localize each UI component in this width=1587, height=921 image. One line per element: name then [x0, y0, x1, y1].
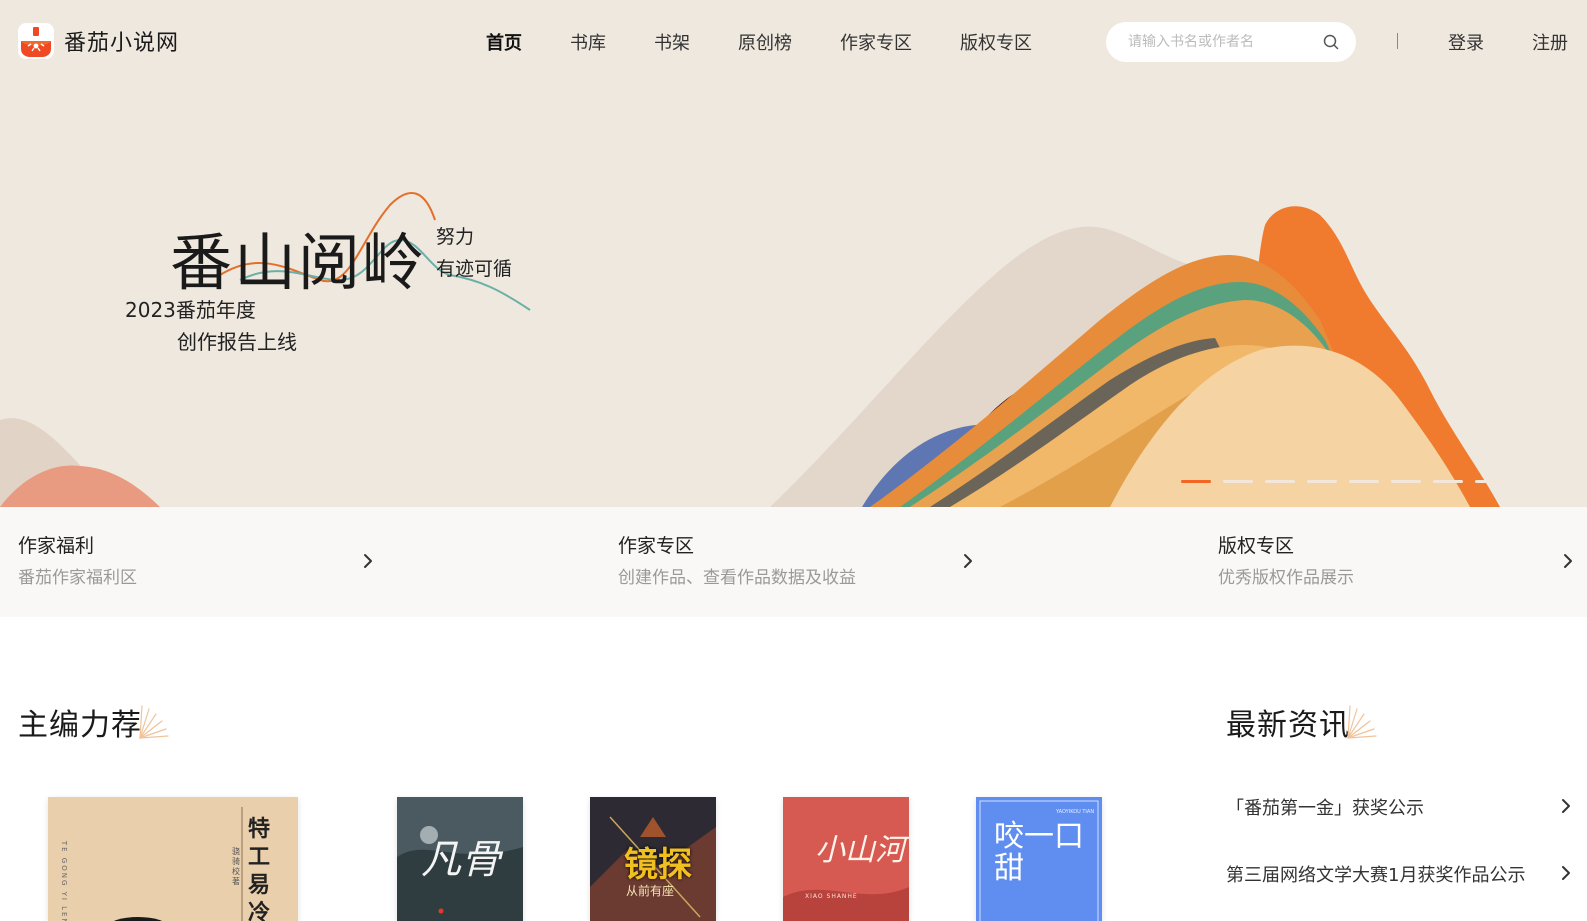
book-cover[interactable]: 镜探 从前有座: [590, 797, 716, 921]
sparkle-icon: [1347, 705, 1377, 739]
register-link[interactable]: 注册: [1532, 29, 1568, 55]
news-item-text: 第三届网络文学大赛1月获奖作品公示: [1226, 865, 1526, 886]
book-cover[interactable]: 小山河 XIAO SHANHE: [783, 797, 909, 921]
carousel-dot[interactable]: [1223, 480, 1253, 483]
book-subtitle: 从前有座: [626, 884, 675, 898]
login-link[interactable]: 登录: [1448, 29, 1484, 55]
banner-slogan-line2: 有迹可循: [436, 258, 513, 280]
news-item-text: 「番茄第一金」获奖公示: [1226, 798, 1424, 819]
book-title: 小山河: [815, 833, 905, 868]
nav-original-ranking[interactable]: 原创榜: [738, 29, 792, 55]
chevron-right-icon: [1562, 866, 1570, 880]
quick-link-title: 版权专区: [1218, 535, 1295, 557]
site-logo[interactable]: 番茄小说网: [18, 22, 179, 60]
sparkle-icon: [139, 705, 169, 739]
carousel-dot[interactable]: [1433, 480, 1463, 483]
book-title: 咬一口甜: [994, 819, 1084, 886]
hero-banner[interactable]: 番山阅岭 努力 有迹可循 2023番茄年度 创作报告上线 番茄小说网 首页 书库…: [0, 0, 1587, 507]
quick-link-desc: 优秀版权作品展示: [1218, 568, 1354, 588]
quick-link-title: 作家专区: [618, 535, 695, 557]
site-name: 番茄小说网: [64, 31, 180, 56]
nav-library[interactable]: 书库: [570, 29, 606, 55]
quick-link-author-benefits[interactable]: 作家福利 番茄作家福利区: [18, 507, 378, 617]
chevron-right-icon: [1564, 554, 1572, 568]
book-title: 特工易冷: [247, 816, 270, 921]
news-title: 最新资讯: [1226, 708, 1350, 743]
editor-picks-title: 主编力荐: [18, 708, 142, 743]
carousel-dot[interactable]: [1349, 480, 1379, 483]
banner-subtitle-line2: 创作报告上线: [177, 330, 297, 354]
nav-home[interactable]: 首页: [486, 29, 522, 55]
search-input[interactable]: [1126, 33, 1306, 51]
site-header: 番茄小说网 首页 书库 书架 原创榜 作家专区 版权专区 登录 注册: [0, 0, 1587, 84]
quick-link-author-zone[interactable]: 作家专区 创建作品、查看作品数据及收益: [618, 507, 978, 617]
search-icon[interactable]: [1322, 33, 1340, 51]
book-title: 凡骨: [421, 837, 501, 883]
carousel-dot[interactable]: [1475, 480, 1505, 483]
search-box: [1106, 22, 1356, 62]
header-divider: [1397, 33, 1398, 49]
quick-links-strip: 作家福利 番茄作家福利区 作家专区 创建作品、查看作品数据及收益 版权专区 优秀…: [0, 507, 1587, 617]
carousel-dot[interactable]: [1265, 480, 1295, 483]
book-pinyin: YAOYIKOU TIAN: [1056, 809, 1095, 815]
carousel-dot[interactable]: [1391, 480, 1421, 483]
book-cover[interactable]: 特工易冷 骁骑校 著 TE GONG YI LENG: [48, 797, 298, 921]
quick-link-desc: 创建作品、查看作品数据及收益: [618, 568, 856, 588]
book-title: 镜探: [624, 845, 692, 885]
news-item[interactable]: 「番茄第一金」获奖公示: [1226, 790, 1576, 822]
quick-link-desc: 番茄作家福利区: [18, 568, 137, 588]
logo-tomato-icon: [18, 23, 54, 59]
nav-author-zone[interactable]: 作家专区: [840, 29, 912, 55]
carousel-dot[interactable]: [1307, 480, 1337, 483]
book-pinyin: XIAO SHANHE: [805, 893, 858, 900]
book-cover[interactable]: 咬一口甜 YAOYIKOU TIAN: [976, 797, 1102, 921]
chevron-right-icon: [364, 554, 372, 568]
carousel-dot[interactable]: [1181, 480, 1211, 483]
banner-slogan-line1: 努力: [436, 226, 475, 248]
chevron-right-icon: [1562, 799, 1570, 813]
book-cover[interactable]: 凡骨: [397, 797, 523, 921]
book-author: 骁骑校 著: [232, 847, 240, 886]
nav-bookshelf[interactable]: 书架: [654, 29, 690, 55]
news-item[interactable]: 第三届网络文学大赛1月获奖作品公示: [1226, 857, 1576, 889]
quick-link-title: 作家福利: [18, 535, 95, 557]
banner-subtitle-line1: 2023番茄年度: [125, 298, 256, 322]
banner-title: 番山阅岭: [170, 226, 427, 299]
quick-link-copyright-zone[interactable]: 版权专区 优秀版权作品展示: [1218, 507, 1578, 617]
chevron-right-icon: [964, 554, 972, 568]
main-nav: 首页 书库 书架 原创榜 作家专区 版权专区: [486, 26, 1032, 58]
nav-copyright-zone[interactable]: 版权专区: [960, 29, 1032, 55]
carousel-indicator: [1181, 480, 1505, 483]
book-pinyin: TE GONG YI LENG: [60, 840, 69, 921]
